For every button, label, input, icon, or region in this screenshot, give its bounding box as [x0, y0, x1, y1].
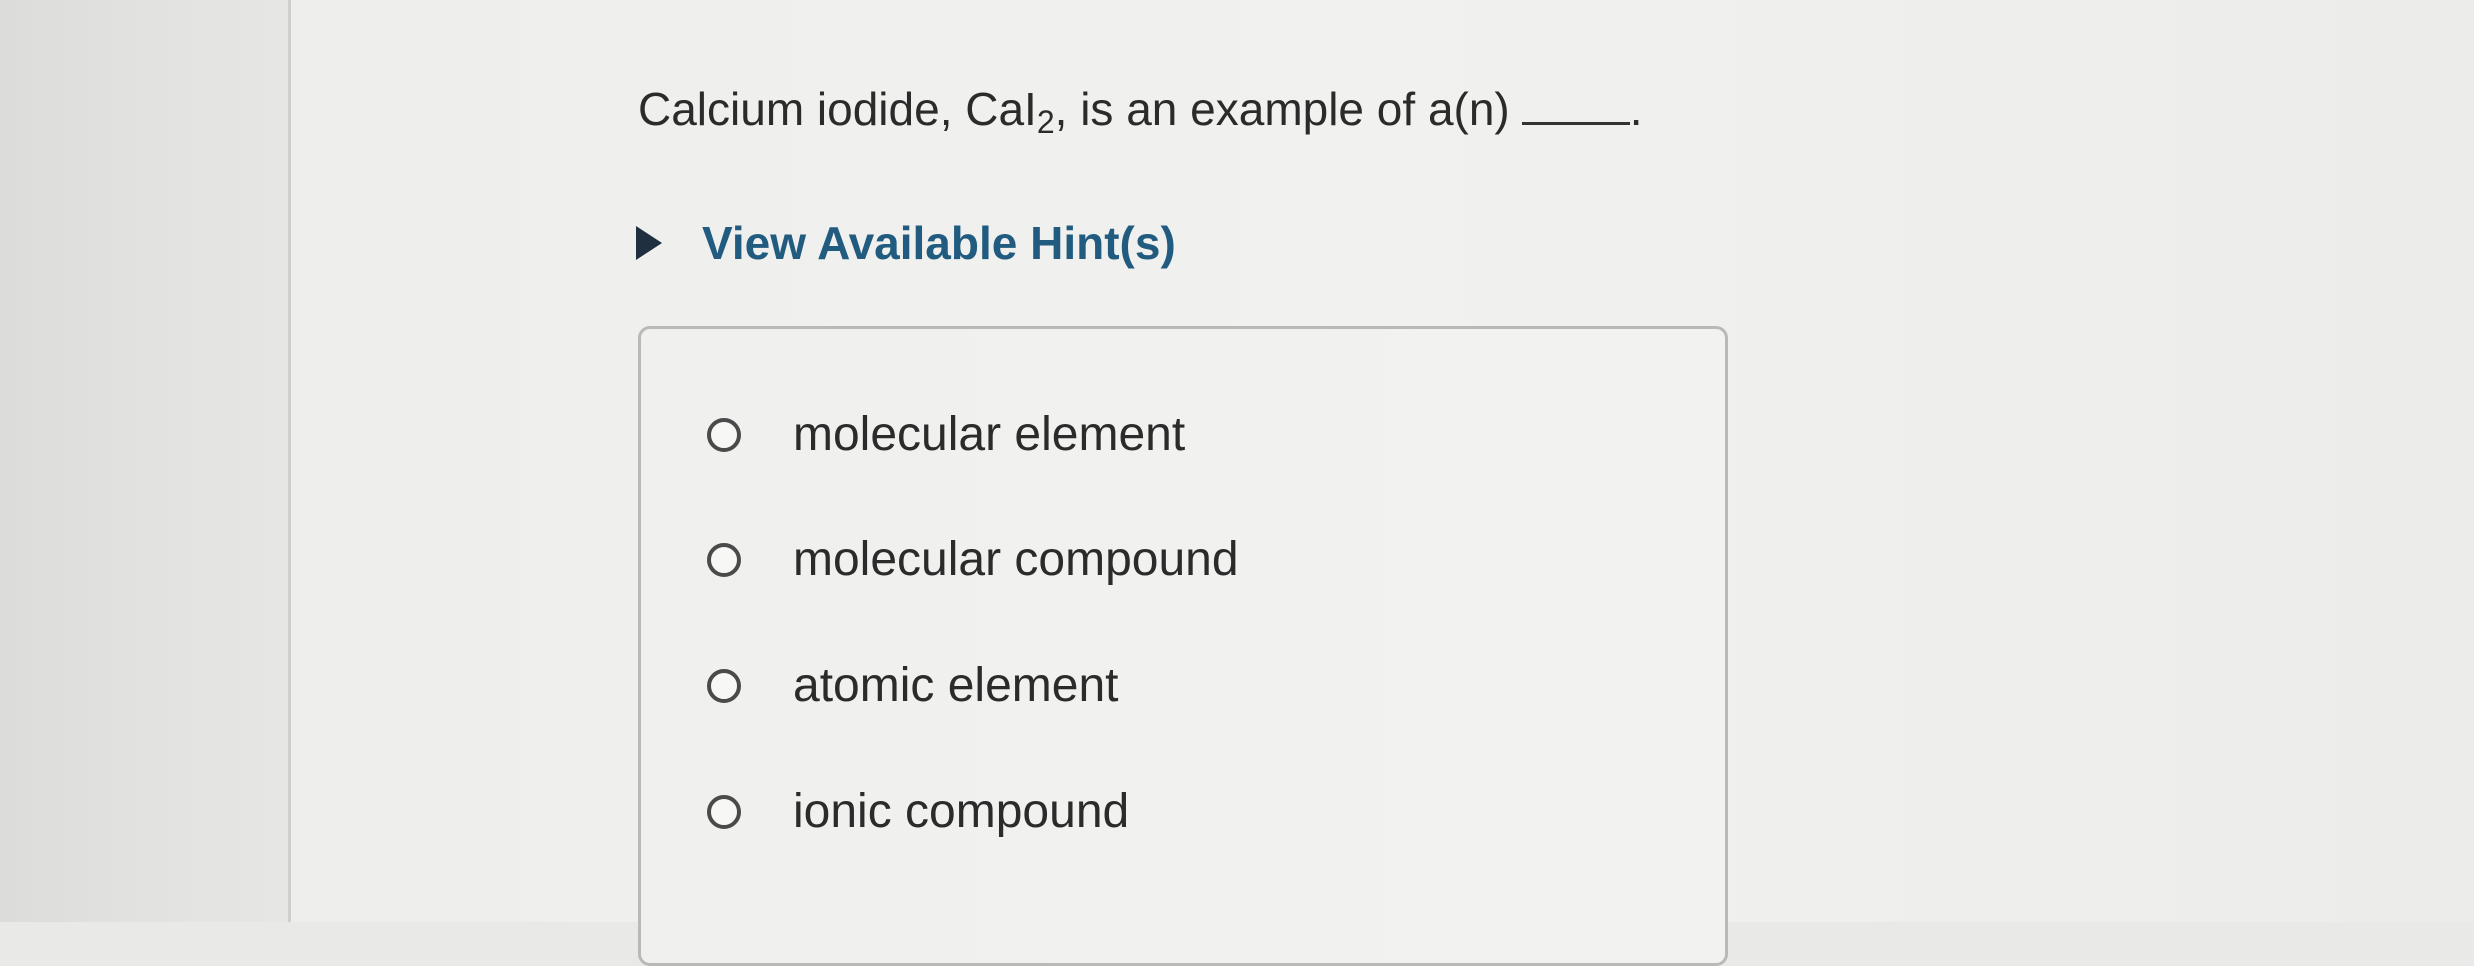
- option-label[interactable]: atomic element: [793, 658, 1118, 713]
- question-period: .: [1629, 83, 1643, 135]
- option-molecular-element[interactable]: molecular element: [707, 407, 1185, 462]
- option-ionic-compound[interactable]: ionic compound: [707, 784, 1129, 839]
- radio-button-icon[interactable]: [707, 668, 741, 703]
- question-prefix: Calcium iodide, CaI: [638, 83, 1037, 135]
- expand-triangle-icon: [636, 226, 662, 260]
- question-suffix: , is an example of a(n): [1054, 83, 1510, 135]
- question-subscript: 2: [1036, 104, 1055, 140]
- option-label[interactable]: ionic compound: [793, 784, 1129, 839]
- radio-button-icon[interactable]: [707, 794, 741, 829]
- radio-button-icon[interactable]: [707, 542, 741, 577]
- option-molecular-compound[interactable]: molecular compound: [707, 532, 1239, 587]
- view-hints-toggle[interactable]: View Available Hint(s): [636, 216, 1176, 270]
- option-atomic-element[interactable]: atomic element: [707, 658, 1118, 713]
- question-text: Calcium iodide, CaI2, is an example of a…: [638, 82, 1643, 138]
- answer-blank: [1521, 84, 1630, 125]
- left-gutter: [0, 0, 290, 922]
- answer-options-box: molecular element molecular compound ato…: [638, 326, 1728, 966]
- option-label[interactable]: molecular element: [793, 407, 1185, 462]
- radio-button-icon[interactable]: [707, 417, 741, 452]
- option-label[interactable]: molecular compound: [793, 532, 1239, 587]
- view-hints-label[interactable]: View Available Hint(s): [702, 216, 1176, 270]
